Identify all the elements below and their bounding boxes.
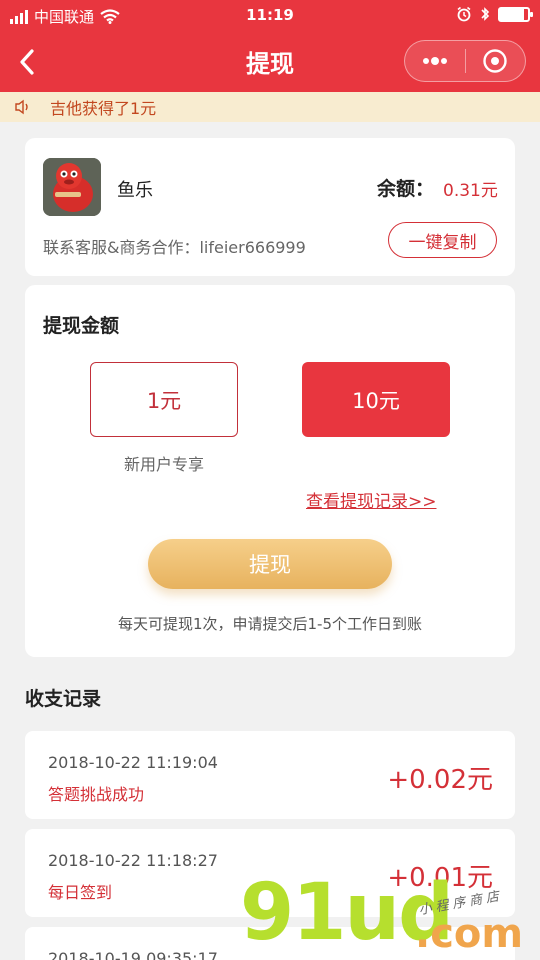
records-title: 收支记录: [25, 688, 102, 710]
record-amount: +0.01元: [387, 863, 493, 893]
record-item: 2018-10-19 09:35:17: [25, 927, 515, 960]
contact-text: 联系客服&商务合作：lifeier666999: [43, 238, 306, 257]
more-button[interactable]: [405, 41, 465, 81]
battery-icon: [498, 6, 533, 22]
record-item: 2018-10-22 11:19:04 答题挑战成功 +0.02元: [25, 731, 515, 819]
mascot-avatar-image: [43, 158, 101, 216]
bluetooth-icon: [481, 7, 490, 21]
amount-option-10[interactable]: 10元: [302, 362, 450, 437]
account-card: 鱼乐 余额： 0.31元 联系客服&商务合作：lifeier666999 一键复…: [25, 138, 515, 276]
record-time: 2018-10-19 09:35:17: [48, 949, 218, 960]
balance-label: 余额：: [377, 178, 435, 200]
record-desc: 答题挑战成功: [48, 785, 145, 804]
user-name: 鱼乐: [117, 180, 153, 201]
new-user-note: 新用户专享: [123, 455, 204, 474]
record-desc: 每日签到: [48, 883, 113, 902]
target-close-icon: [483, 49, 507, 73]
record-time: 2018-10-22 11:19:04: [48, 753, 218, 772]
alarm-icon: [457, 6, 471, 22]
record-amount: +0.02元: [387, 765, 493, 795]
balance-value: 0.31元: [443, 181, 498, 201]
withdraw-tip: 每天可提现1次，申请提交后1-5个工作日到账: [117, 615, 423, 633]
speaker-icon: [15, 99, 28, 115]
close-miniprogram-button[interactable]: [466, 41, 526, 81]
record-item: 2018-10-22 11:18:27 每日签到 +0.01元: [25, 829, 515, 917]
status-right: [456, 6, 533, 22]
withdraw-button[interactable]: 提现: [148, 539, 392, 589]
notice-text: 吉他获得了1元: [50, 99, 157, 118]
withdraw-card: 提现金额 1元 10元 新用户专享 查看提现记录>> 提现 每天可提现1次，申请…: [25, 285, 515, 657]
nav-bar: 提现: [0, 32, 540, 92]
avatar: [43, 158, 101, 216]
withdraw-amount-title: 提现金额: [43, 315, 120, 337]
notice-bar: 吉他获得了1元: [0, 92, 540, 122]
status-bar: 中国联通 11:19: [0, 0, 540, 32]
amount-option-1[interactable]: 1元: [90, 362, 238, 437]
record-time: 2018-10-22 11:18:27: [48, 851, 218, 870]
more-dots-icon: [422, 57, 447, 65]
copy-button[interactable]: 一键复制: [388, 222, 497, 258]
withdraw-record-link[interactable]: 查看提现记录>>: [306, 487, 437, 512]
miniprogram-capsule: [404, 40, 526, 82]
